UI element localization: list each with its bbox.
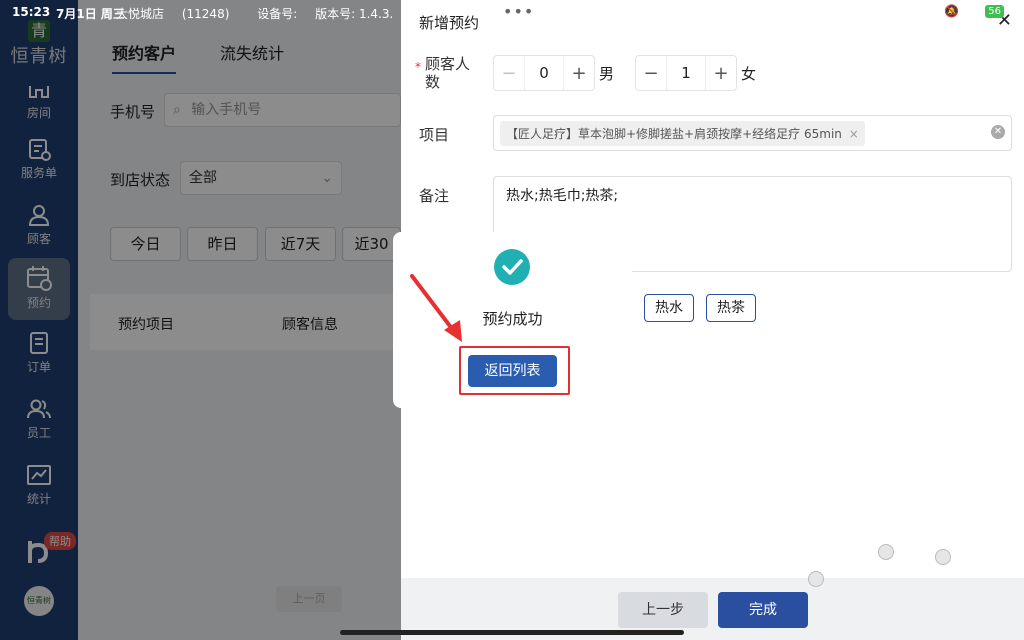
previous-step-button[interactable]: 上一步 [618,592,708,628]
touch-point-indicator [935,549,951,565]
done-button[interactable]: 完成 [718,592,808,628]
success-check-icon [494,249,530,285]
home-indicator[interactable] [340,630,684,635]
minus-icon[interactable]: − [494,63,524,84]
female-count-value: 1 [666,56,706,90]
annotation-arrow-icon [410,274,462,342]
status-bar: 15:23 7月1日 周三 🔕 56 [0,0,1024,26]
project-select[interactable]: 【匠人足疗】草本泡脚+修脚搓盐+肩颈按摩+经络足疗 65min × ✕ [493,115,1012,151]
male-count-value: 0 [524,56,564,90]
quick-tag-hot-tea[interactable]: 热茶 [706,294,756,322]
wifi-icon [965,4,979,18]
touch-point-indicator [808,571,824,587]
system-icons: 🔕 56 [944,4,1004,18]
project-label: 项目 [419,126,450,144]
project-tag-text: 【匠人足疗】草本泡脚+修脚搓盐+肩颈按摩+经络足疗 65min [506,127,842,141]
modal-backdrop-left [0,0,401,640]
clear-icon[interactable]: ✕ [991,125,1005,139]
mute-icon: 🔕 [944,4,960,18]
minus-icon[interactable]: − [636,63,666,84]
plus-icon[interactable]: + [706,63,736,84]
female-count-stepper[interactable]: − 1 + [635,55,737,91]
highlight-box [459,346,570,395]
battery-icon: 56 [985,4,1004,18]
male-count-stepper[interactable]: − 0 + [493,55,595,91]
tag-remove-icon[interactable]: × [849,127,859,141]
quick-tag-hot-water[interactable]: 热水 [644,294,694,322]
status-date: 7月1日 周三 [56,7,125,21]
female-label: 女 [741,65,757,83]
remark-label: 备注 [419,187,450,205]
required-mark: * [415,60,421,74]
touch-point-indicator [878,544,894,560]
plus-icon[interactable]: + [564,63,594,84]
project-tag: 【匠人足疗】草本泡脚+修脚搓盐+肩颈按摩+经络足疗 65min × [500,121,865,146]
status-time: 15:23 [12,5,51,19]
male-label: 男 [599,65,615,83]
customer-count-label: 顾客人数 [425,55,471,91]
